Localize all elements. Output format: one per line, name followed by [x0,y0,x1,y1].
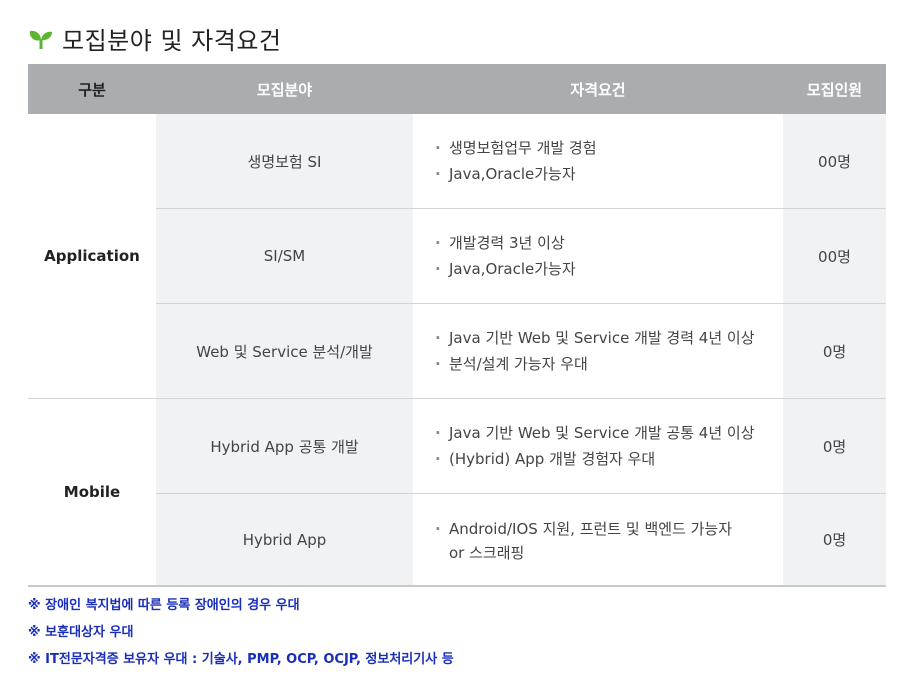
table-row: Mobile Hybrid App 공통 개발 Java 기반 Web 및 Se… [28,398,886,587]
requirement-item: Java,Oracle가능자 [435,161,783,187]
category-cell: Mobile [28,398,156,587]
category-cell: Application [28,114,156,399]
header-count: 모집인원 [783,64,886,114]
header-requirements: 자격요건 [413,64,783,114]
count-cell: 0명 [783,398,886,494]
header-category: 구분 [28,64,156,114]
requirements-cell: 개발경력 3년 이상 Java,Oracle가능자 [413,208,783,304]
requirement-item: or 스크래핑 [449,543,525,562]
section-header: 모집분야 및 자격요건 [28,18,281,58]
table-row: SI/SM 개발경력 3년 이상 Java,Oracle가능자 00명 [28,208,886,304]
requirement-item: 분석/설계 가능자 우대 [435,351,783,377]
note-item: ※ 장애인 복지법에 따른 등록 장애인의 경우 우대 [28,598,300,613]
field-cell: Hybrid App [156,493,413,587]
recruitment-table: 구분 모집분야 자격요건 모집인원 Application 생명보험 SI 생명… [28,64,886,587]
requirement-item: Java 기반 Web 및 Service 개발 경력 4년 이상 [435,325,783,351]
requirement-item: (Hybrid) App 개발 경험자 우대 [435,446,783,472]
leaf-icon [29,30,52,49]
count-cell: 00명 [783,114,886,209]
note-item: ※ 보훈대상자 우대 [28,625,134,640]
requirements-cell: Java 기반 Web 및 Service 개발 경력 4년 이상 분석/설계 … [413,303,783,399]
count-cell: 00명 [783,208,886,304]
header-field: 모집분야 [156,64,413,114]
requirements-cell: 생명보험업무 개발 경험 Java,Oracle가능자 [413,114,783,209]
requirement-item: Android/IOS 지원, 프런트 및 백엔드 가능자 [435,516,783,542]
notes-list: ※ 장애인 복지법에 따른 등록 장애인의 경우 우대 ※ 보훈대상자 우대 ※… [28,596,454,677]
section-title: 모집분야 및 자격요건 [62,26,282,55]
requirement-item: Java 기반 Web 및 Service 개발 공통 4년 이상 [435,420,783,446]
count-cell: 0명 [783,303,886,399]
requirement-item: 개발경력 3년 이상 [435,230,783,256]
requirement-item: 생명보험업무 개발 경험 [435,135,783,161]
table-row: Hybrid App Android/IOS 지원, 프런트 및 백엔드 가능자… [28,493,886,587]
table-header-row: 구분 모집분야 자격요건 모집인원 [28,64,886,114]
requirements-cell: Java 기반 Web 및 Service 개발 공통 4년 이상 (Hybri… [413,398,783,494]
requirement-item: Java,Oracle가능자 [435,256,783,282]
note-item: ※ IT전문자격증 보유자 우대 : 기술사, PMP, OCP, OCJP, … [28,652,454,667]
count-cell: 0명 [783,493,886,587]
field-cell: Hybrid App 공통 개발 [156,398,413,494]
table-row: Application 생명보험 SI 생명보험업무 개발 경험 Java,Or… [28,114,886,399]
field-cell: 생명보험 SI [156,114,413,209]
field-cell: Web 및 Service 분석/개발 [156,303,413,399]
table-row: Web 및 Service 분석/개발 Java 기반 Web 및 Servic… [28,303,886,399]
field-cell: SI/SM [156,208,413,304]
requirements-cell: Android/IOS 지원, 프런트 및 백엔드 가능자 or 스크래핑 [413,493,783,587]
